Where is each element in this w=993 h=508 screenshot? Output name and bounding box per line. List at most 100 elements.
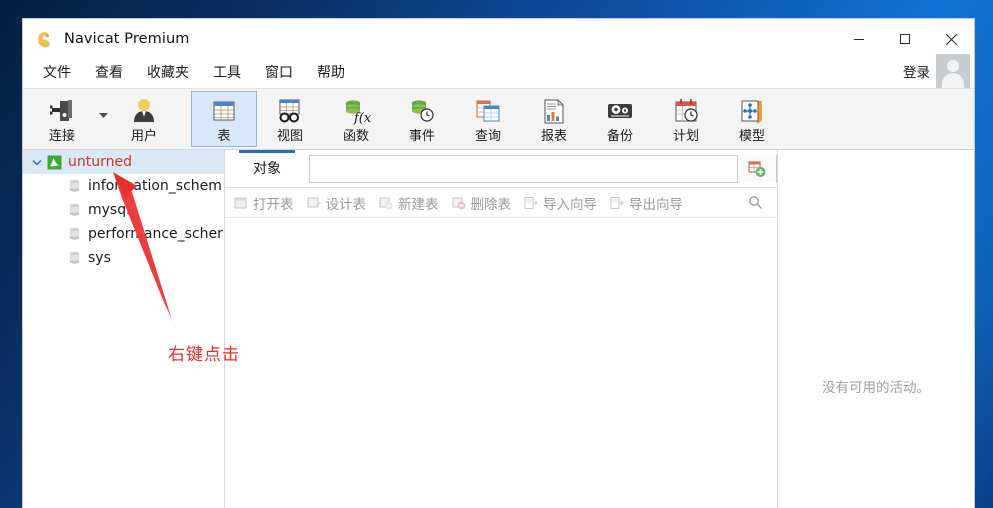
object-tab-strip: 对象 (225, 149, 777, 188)
minimize-icon[interactable] (836, 19, 882, 59)
event-clock-icon (407, 95, 437, 127)
activity-panel: 没有可用的活动。 (778, 150, 974, 508)
toolbar-label-backup: 备份 (606, 128, 633, 144)
tree-label-database: sys (88, 250, 111, 266)
login-area: 登录 (903, 53, 974, 89)
main-column: 对象 打开表 设计表 新建表 删除表 导入向导 导出向导 (225, 149, 778, 508)
tree-item-database-performance-schema[interactable]: performance_scher (23, 222, 224, 246)
toolbar-button-backup[interactable]: 备份 (587, 91, 653, 147)
toolbar-separator (177, 89, 191, 149)
menu-item-file[interactable]: 文件 (31, 61, 83, 85)
object-list-area[interactable] (225, 218, 777, 508)
menu-bar: 文件 查看 收藏夹 工具 窗口 帮助 登录 (23, 54, 974, 88)
chevron-down-icon[interactable] (29, 159, 45, 166)
toolbar-label-user: 用户 (130, 128, 157, 144)
menu-item-tools[interactable]: 工具 (201, 61, 253, 85)
table-grid-icon (209, 95, 239, 127)
action-design-table[interactable]: 设计表 (306, 193, 367, 213)
query-icon (473, 95, 503, 127)
menu-item-help[interactable]: 帮助 (305, 61, 357, 85)
database-icon (65, 227, 83, 241)
user-icon (129, 95, 159, 127)
connection-plug-icon (47, 95, 77, 127)
login-button[interactable]: 登录 (903, 61, 930, 81)
connection-tree-sidebar: unturned information_schem mysql perform… (23, 150, 225, 508)
toolbar-button-connection[interactable]: 连接 (29, 91, 95, 147)
title-bar: Navicat Premium (23, 19, 974, 59)
toolbar-button-event[interactable]: 事件 (389, 91, 455, 147)
action-label-new-table: 新建表 (398, 196, 439, 213)
tab-objects[interactable]: 对象 (231, 149, 303, 187)
toolbar-label-report: 报表 (540, 128, 567, 144)
action-label-import-wizard: 导入向导 (543, 196, 597, 213)
search-icon[interactable] (748, 195, 763, 210)
body-split: unturned information_schem mysql perform… (23, 149, 974, 508)
toolbar-button-report[interactable]: 报表 (521, 91, 587, 147)
object-filter-input[interactable] (310, 156, 737, 181)
database-icon (65, 179, 83, 193)
new-table-icon (378, 195, 394, 211)
action-label-design-table: 设计表 (325, 196, 367, 213)
toolbar-button-schedule[interactable]: 计划 (653, 91, 719, 147)
export-wizard-icon (609, 195, 625, 211)
function-fx-icon: f(x) (341, 95, 371, 127)
design-table-icon (306, 195, 322, 211)
connection-dropdown-chevron-down-icon[interactable] (95, 89, 111, 149)
toolbar-label-table: 表 (217, 128, 231, 144)
toolbar-label-event: 事件 (408, 128, 435, 144)
toolbar-button-table[interactable]: 表 (191, 91, 257, 147)
object-filter-container (309, 154, 777, 183)
action-open-table[interactable]: 打开表 (233, 193, 294, 213)
toolbar-label-model: 模型 (738, 128, 765, 144)
tree-label-database: performance_scher (88, 226, 223, 242)
toolbar-label-schedule: 计划 (672, 128, 699, 144)
svg-text:f(x): f(x) (353, 111, 371, 126)
tree-label-unturned: unturned (68, 154, 132, 170)
action-export-wizard[interactable]: 导出向导 (609, 193, 683, 213)
new-object-plus-icon[interactable] (737, 154, 776, 183)
navicat-logo-icon (35, 29, 55, 49)
action-new-table[interactable]: 新建表 (378, 193, 439, 213)
menu-item-view[interactable]: 查看 (83, 61, 135, 85)
database-icon (65, 203, 83, 217)
tree-item-connection-unturned[interactable]: unturned (23, 150, 224, 174)
action-import-wizard[interactable]: 导入向导 (523, 193, 597, 213)
toolbar-label-connection: 连接 (48, 128, 75, 144)
toolbar-button-user[interactable]: 用户 (111, 91, 177, 147)
main-toolbar: 连接 用户 表 视图 f(x 函数 事件 查询 报表 备份 计划 模型 (23, 88, 974, 150)
action-label-delete-table: 删除表 (470, 196, 512, 213)
tree-label-database: information_schem (88, 178, 222, 194)
delete-table-icon (451, 195, 467, 211)
toolbar-button-query[interactable]: 查询 (455, 91, 521, 147)
tree-item-database-sys[interactable]: sys (23, 246, 224, 270)
annotation-text: 右键点击 (168, 345, 240, 365)
tree-item-database-information-schema[interactable]: information_schem (23, 174, 224, 198)
avatar-body (942, 73, 964, 88)
action-label-export-wizard: 导出向导 (629, 196, 683, 213)
toolbar-button-model[interactable]: 模型 (719, 91, 785, 147)
toolbar-label-function: 函数 (342, 128, 369, 144)
menu-item-window[interactable]: 窗口 (253, 61, 305, 85)
tree-label-database: mysql (88, 202, 130, 218)
user-avatar-icon[interactable] (936, 54, 970, 88)
avatar-head (947, 60, 959, 72)
report-chart-icon (539, 95, 569, 127)
action-delete-table[interactable]: 删除表 (451, 193, 512, 213)
toolbar-label-query: 查询 (474, 128, 501, 144)
toolbar-button-function[interactable]: f(x) 函数 (323, 91, 389, 147)
open-table-icon (233, 195, 249, 211)
application-window: Navicat Premium 文件 查看 收藏夹 工具 窗口 帮助 登录 连接… (22, 18, 975, 508)
mysql-connection-icon (45, 155, 63, 170)
activity-empty-message: 没有可用的活动。 (822, 380, 930, 396)
view-glasses-icon (275, 95, 305, 127)
schedule-calendar-icon (671, 95, 701, 127)
backup-tape-icon (605, 95, 635, 127)
toolbar-button-view[interactable]: 视图 (257, 91, 323, 147)
tree-item-database-mysql[interactable]: mysql (23, 198, 224, 222)
model-diagram-icon (737, 95, 767, 127)
action-label-open-table: 打开表 (253, 196, 294, 213)
object-action-bar: 打开表 设计表 新建表 删除表 导入向导 导出向导 (225, 188, 777, 218)
menu-item-favorites[interactable]: 收藏夹 (135, 61, 201, 85)
window-title: Navicat Premium (64, 31, 190, 47)
database-icon (65, 251, 83, 265)
